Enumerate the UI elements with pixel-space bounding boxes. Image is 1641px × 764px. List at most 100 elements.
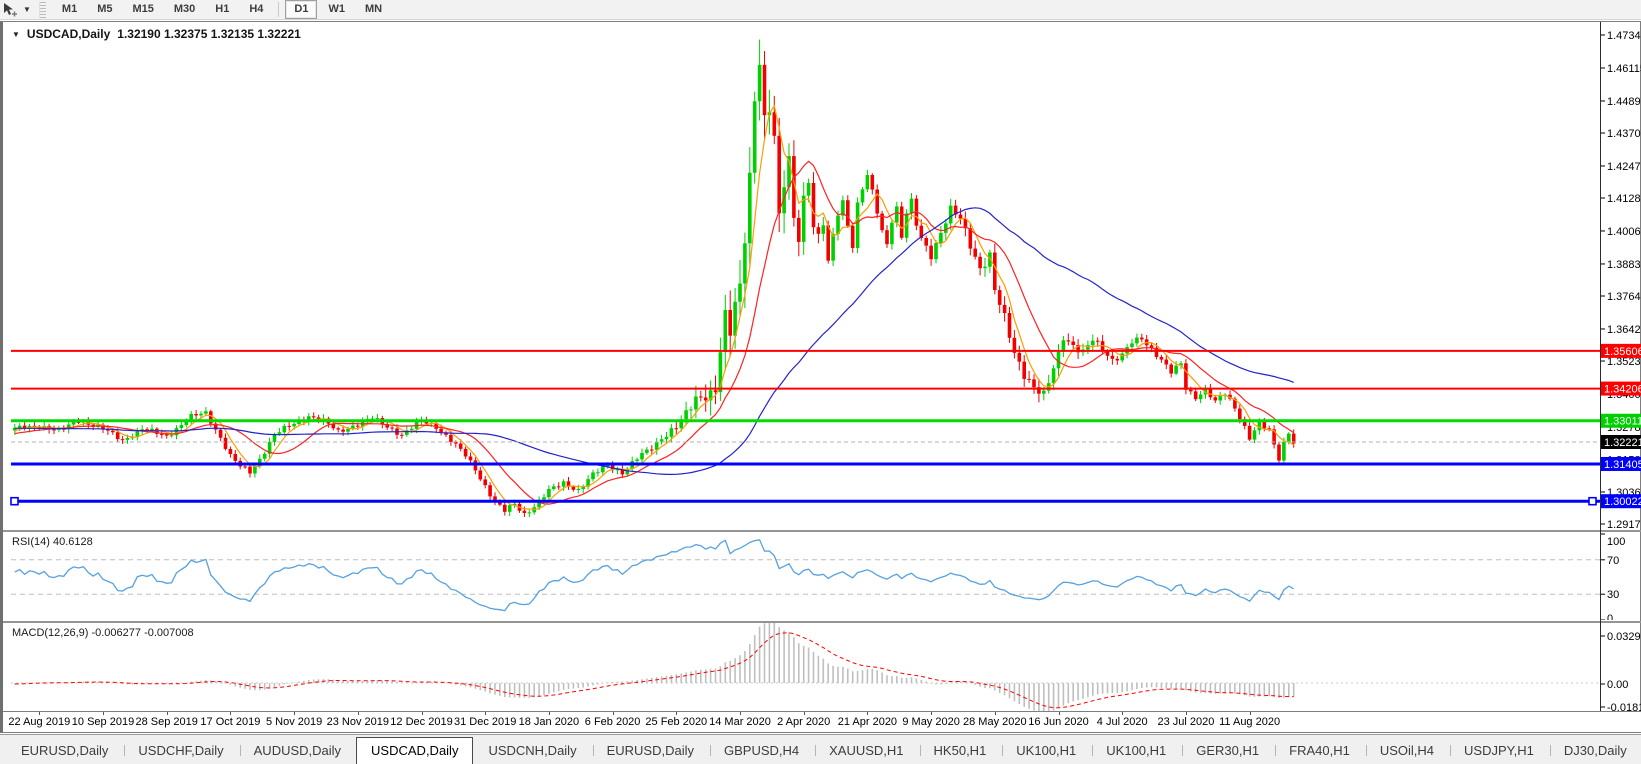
timeframe-m15-button[interactable]: M15 — [123, 0, 162, 19]
date-tick-label: 16 Jun 2020 — [1028, 716, 1089, 728]
timeframe-m5-button[interactable]: M5 — [88, 0, 121, 19]
svg-text:1.34206: 1.34206 — [1604, 384, 1641, 396]
svg-text:1.47340: 1.47340 — [1607, 30, 1641, 42]
date-tick-label: 21 Apr 2020 — [837, 716, 898, 728]
svg-text:0.032972: 0.032972 — [1607, 631, 1641, 643]
tab-gbpusd-h4[interactable]: GBPUSD,H4 — [709, 738, 814, 764]
date-tick-label: 17 Oct 2019 — [200, 716, 261, 728]
cursor-tool-button[interactable]: ▼ — [0, 0, 35, 20]
chart-title: ▼ USDCAD,Daily 1.32190 1.32375 1.32135 1… — [12, 27, 301, 41]
cursor-icon — [4, 2, 17, 16]
price-axis-divider — [1600, 22, 1601, 711]
date-tick-label: 23 Jul 2020 — [1157, 716, 1215, 728]
date-tick-mark — [357, 712, 359, 715]
chart-symbol-label: USDCAD,Daily — [26, 27, 111, 41]
date-tick-mark — [103, 712, 104, 715]
chart-window: ▼ USDCAD,Daily 1.32190 1.32375 1.32135 1… — [0, 21, 1641, 733]
tab-eurusd-daily[interactable]: EURUSD,Daily — [6, 738, 123, 764]
date-tick-label: 9 May 2020 — [902, 716, 960, 728]
timeframe-mn-button[interactable]: MN — [356, 0, 391, 19]
svg-text:30: 30 — [1607, 589, 1619, 601]
svg-text:1.36420: 1.36420 — [1607, 324, 1641, 336]
date-tick-label: 6 Feb 2020 — [584, 716, 641, 728]
date-tick-mark — [1185, 712, 1187, 715]
timeframe-h4-button[interactable]: H4 — [240, 0, 272, 19]
svg-text:1.37645: 1.37645 — [1607, 291, 1641, 303]
date-tick-label: 5 Nov 2019 — [265, 716, 323, 728]
svg-text:1.46115: 1.46115 — [1607, 63, 1641, 75]
tab-uk100-h1[interactable]: UK100,H1 — [1091, 738, 1181, 764]
tab-eurusd-daily[interactable]: EURUSD,Daily — [592, 738, 709, 764]
svg-text:1.38835: 1.38835 — [1607, 259, 1641, 271]
timeframe-d1-button[interactable]: D1 — [285, 0, 318, 19]
date-tick-mark — [867, 712, 869, 715]
svg-text:1.33011: 1.33011 — [1604, 416, 1641, 428]
date-tick-label: 25 Feb 2020 — [645, 716, 708, 728]
date-tick-mark — [740, 712, 741, 715]
tab-usdchf-daily[interactable]: USDCHF,Daily — [123, 738, 238, 764]
svg-text:-0.018154: -0.018154 — [1607, 702, 1641, 711]
macd-pane[interactable]: MACD(12,26,9) -0.006277 -0.007008 0.0329… — [3, 621, 1641, 711]
svg-text:1.41285: 1.41285 — [1607, 193, 1641, 205]
svg-text:1.29175: 1.29175 — [1607, 519, 1641, 529]
tab-ger30-h1[interactable]: GER30,H1 — [1181, 738, 1274, 764]
chart-ohlc-values: 1.32190 1.32375 1.32135 1.32221 — [117, 27, 301, 41]
chart-tab-bar: EURUSD,Daily USDCHF,Daily AUDUSD,Daily USDC… — [0, 734, 1641, 764]
tab-xauusd-h1[interactable]: XAUUSD,H1 — [814, 738, 918, 764]
svg-text:1.35606: 1.35606 — [1604, 346, 1641, 358]
collapse-chart-icon[interactable]: ▼ — [12, 30, 20, 39]
rsi-label: RSI(14) 40.6128 — [12, 536, 93, 548]
toolbar-grip[interactable] — [38, 1, 46, 18]
tab-usdcad-daily[interactable]: USDCAD,Daily — [356, 737, 474, 764]
timeframe-m30-button[interactable]: M30 — [165, 0, 204, 19]
date-tick-label: 23 Nov 2019 — [326, 716, 389, 728]
price-pane[interactable]: 1.47340 1.46115 1.44890 1.43700 1.42475 1.412… — [3, 22, 1641, 529]
date-tick-mark — [39, 712, 41, 715]
svg-text:1.44890: 1.44890 — [1607, 96, 1641, 108]
date-tick-mark — [421, 712, 423, 715]
svg-text:1.32221: 1.32221 — [1604, 437, 1641, 449]
date-tick-label: 10 Sep 2019 — [71, 716, 135, 728]
tab-usdjpy-h1[interactable]: USDJPY,H1 — [1449, 738, 1549, 764]
date-tick-label: 28 Sep 2019 — [135, 716, 198, 728]
chevron-down-icon[interactable]: ▼ — [23, 5, 31, 14]
tab-usdcnh-daily[interactable]: USDCNH,Daily — [473, 738, 591, 764]
date-tick-label: 28 May 2020 — [962, 716, 1027, 728]
tab-audusd-daily[interactable]: AUDUSD,Daily — [239, 738, 356, 764]
tab-dj30-daily[interactable]: DJ30,Daily — [1549, 738, 1641, 764]
tab-usoil-h4[interactable]: USOil,H4 — [1365, 738, 1449, 764]
date-tick-mark — [931, 712, 933, 715]
tab-uk100-h1[interactable]: UK100,H1 — [1001, 738, 1091, 764]
date-tick-label: 14 Mar 2020 — [709, 716, 771, 728]
timeframe-w1-button[interactable]: W1 — [319, 0, 354, 19]
date-tick-mark — [230, 712, 232, 715]
toolbar-separator — [278, 2, 280, 17]
date-tick-label: 31 Dec 2019 — [453, 716, 517, 728]
date-tick-mark — [166, 712, 168, 715]
svg-text:0.00: 0.00 — [1607, 679, 1628, 691]
svg-text:1.43700: 1.43700 — [1607, 128, 1641, 140]
date-tick-mark — [803, 712, 805, 715]
date-tick-mark — [994, 712, 996, 715]
date-tick-label: 2 Apr 2020 — [777, 716, 831, 728]
date-tick-mark — [1058, 712, 1060, 715]
svg-text:0: 0 — [1607, 613, 1613, 620]
svg-text:100: 100 — [1607, 536, 1625, 548]
date-axis[interactable]: 22 Aug 2019 10 Sep 2019 28 Sep 2019 17 Oct … — [3, 711, 1641, 732]
svg-text:1.30022: 1.30022 — [1604, 496, 1641, 508]
timeframe-toolbar: ▼ M1 M5 M15 M30 H1 H4 D1 W1 MN — [0, 0, 1641, 20]
date-tick-mark — [294, 712, 296, 715]
tab-fra40-h1[interactable]: FRA40,H1 — [1274, 738, 1365, 764]
date-tick-label: 11 Aug 2020 — [1219, 716, 1281, 728]
rsi-pane[interactable]: RSI(14) 40.6128 100 70 30 0 — [3, 530, 1641, 620]
svg-text:70: 70 — [1607, 555, 1619, 567]
svg-text:1.40060: 1.40060 — [1607, 226, 1641, 238]
date-tick-label: 18 Jan 2020 — [518, 716, 580, 728]
date-tick-label: 22 Aug 2019 — [8, 716, 71, 728]
timeframe-h1-button[interactable]: H1 — [206, 0, 238, 19]
date-tick-mark — [548, 712, 550, 715]
date-tick-mark — [612, 712, 614, 715]
tab-hk50-h1[interactable]: HK50,H1 — [919, 738, 1002, 764]
date-tick-mark — [1122, 712, 1124, 715]
timeframe-m1-button[interactable]: M1 — [53, 0, 86, 19]
